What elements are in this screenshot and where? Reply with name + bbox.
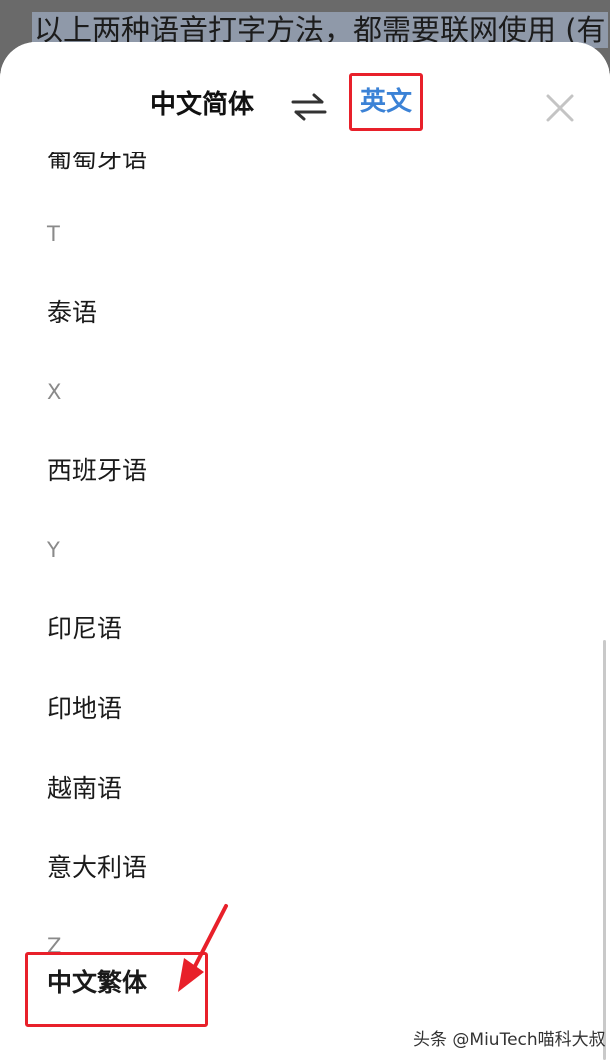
language-item-hindi[interactable]: 印地语 (47, 692, 122, 726)
section-letter-t: T (47, 222, 60, 246)
language-list[interactable]: 葡萄牙语 T 泰语 X 西班牙语 Y 印尼语 印地语 越南语 意大利语 Z (0, 42, 610, 1062)
language-item-indonesian[interactable]: 印尼语 (47, 612, 122, 646)
language-picker-sheet: 中文简体 英文 葡萄牙语 T 泰语 X 西班牙语 Y 印尼语 印地语 越南语 意… (0, 42, 610, 1062)
scrollbar[interactable] (603, 640, 606, 1060)
section-letter-x: X (47, 380, 62, 404)
section-letter-y: Y (47, 538, 60, 562)
annotation-arrow-icon (178, 904, 228, 992)
language-item-italian[interactable]: 意大利语 (47, 851, 147, 885)
watermark: 头条 @MiuTech喵科大叔 (413, 1030, 606, 1050)
language-item-thai[interactable]: 泰语 (47, 296, 97, 330)
close-icon[interactable] (544, 92, 576, 124)
target-language-button[interactable]: 英文 (349, 73, 423, 131)
language-item-vietnamese[interactable]: 越南语 (47, 772, 122, 806)
swap-arrows-icon[interactable] (290, 92, 328, 122)
language-picker-header: 中文简体 英文 (0, 42, 610, 152)
language-item-traditional-chinese[interactable]: 中文繁体 (47, 966, 147, 1000)
source-language-button[interactable]: 中文简体 (150, 88, 254, 122)
language-item-spanish[interactable]: 西班牙语 (47, 454, 147, 488)
